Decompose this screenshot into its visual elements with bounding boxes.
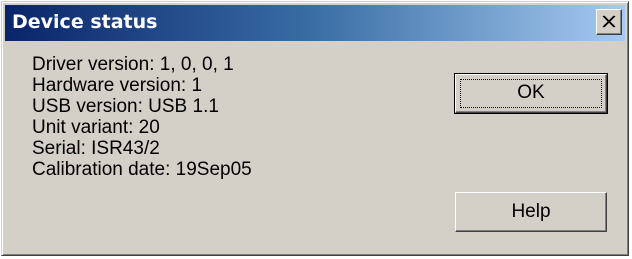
driver-version-text: Driver version: 1, 0, 0, 1 <box>32 54 234 75</box>
ok-button-label: OK <box>517 82 545 103</box>
usb-version-text: USB version: USB 1.1 <box>32 96 219 117</box>
close-button[interactable] <box>596 9 622 35</box>
close-icon <box>602 15 616 28</box>
serial-text: Serial: ISR43/2 <box>32 138 160 159</box>
ok-button[interactable]: OK <box>454 73 608 114</box>
device-info-list: Driver version: 1, 0, 0, 1 Hardware vers… <box>32 54 252 180</box>
unit-variant-text: Unit variant: 20 <box>32 117 160 138</box>
hardware-version-text: Hardware version: 1 <box>32 75 203 96</box>
window-title: Device status <box>12 11 158 33</box>
calibration-date-text: Calibration date: 19Sep05 <box>32 159 252 180</box>
title-bar[interactable]: Device status <box>5 5 625 41</box>
device-status-dialog: Device status Driver version: 1, 0, 0, 1… <box>1 1 629 256</box>
help-button[interactable]: Help <box>455 192 607 232</box>
